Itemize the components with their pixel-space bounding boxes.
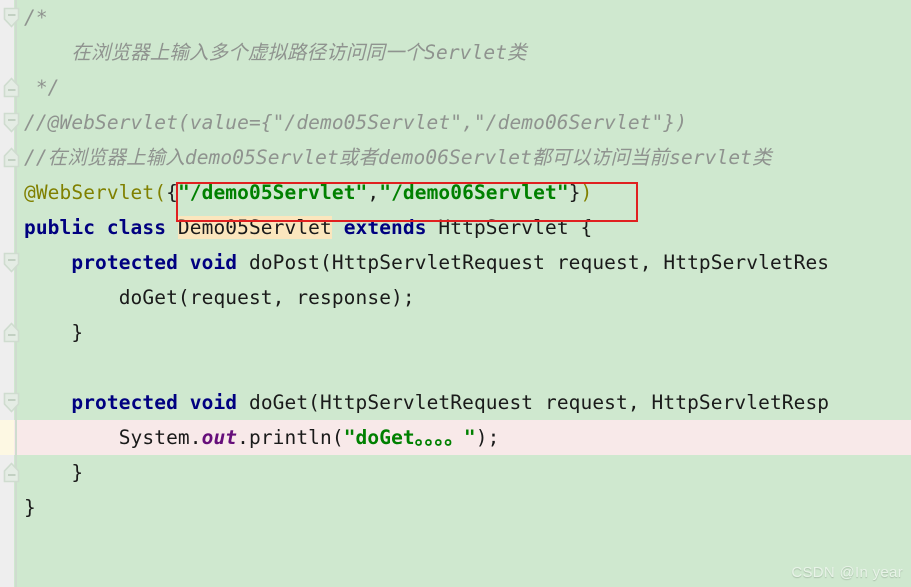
code-token-comment: //@WebServlet(value={"/demo05Servlet","/…: [24, 111, 688, 134]
code-token-plain: }: [24, 321, 84, 344]
code-line[interactable]: [0, 525, 911, 560]
code-token-keyword: extends: [343, 216, 427, 239]
code-token-brace: {: [166, 181, 178, 204]
code-line[interactable]: protected void doGet(HttpServletRequest …: [0, 385, 911, 420]
code-line[interactable]: doGet(request, response);: [0, 280, 911, 315]
code-token-plain: doGet(request, response);: [24, 286, 415, 309]
code-token-string: "/demo06Servlet": [379, 181, 569, 204]
code-line[interactable]: public class Demo05Servlet extends HttpS…: [0, 210, 911, 245]
code-token-plain: System.: [24, 426, 202, 449]
code-token-annotation: ): [580, 181, 593, 204]
code-line[interactable]: System.out.println("doGet。。。。");: [0, 420, 911, 455]
code-token-plain: );: [475, 426, 500, 449]
code-token-comment: //在浏览器上输入demo05Servlet或者demo06Servlet都可以…: [24, 146, 772, 169]
code-token-keyword: protected void: [71, 251, 249, 274]
code-line[interactable]: //在浏览器上输入demo05Servlet或者demo06Servlet都可以…: [0, 140, 911, 175]
watermark: CSDN @In year: [791, 564, 903, 581]
code-line[interactable]: /*: [0, 0, 911, 35]
gutter-line[interactable]: [0, 525, 14, 560]
fold-close-icon[interactable]: [3, 322, 20, 343]
code-line[interactable]: //@WebServlet(value={"/demo05Servlet","/…: [0, 105, 911, 140]
fold-close-icon[interactable]: [3, 77, 20, 98]
code-line[interactable]: [0, 560, 911, 587]
fold-open-icon[interactable]: [3, 252, 20, 273]
code-token-plain: .println(: [237, 426, 344, 449]
code-token-annotation: @WebServlet: [24, 181, 155, 204]
code-token-comment: 在浏览器上输入多个虚拟路径访问同一个Servlet类: [24, 41, 527, 64]
code-line[interactable]: }: [0, 315, 911, 350]
code-token-plain: HttpServlet {: [426, 216, 593, 239]
code-token-keyword: protected void: [71, 391, 249, 414]
fold-close-icon[interactable]: [3, 147, 20, 168]
code-token-comment: /*: [24, 6, 48, 29]
code-line[interactable]: [0, 350, 911, 385]
code-token-plain: doPost(HttpServletRequest request, HttpS…: [248, 251, 830, 274]
code-token-brace: }: [568, 181, 581, 204]
gutter-line[interactable]: [0, 420, 14, 455]
code-editor[interactable]: /* 在浏览器上输入多个虚拟路径访问同一个Servlet类 */ //@WebSe…: [0, 0, 911, 587]
code-token-annotation: (: [154, 181, 167, 204]
gutter-line[interactable]: [0, 210, 14, 245]
code-line[interactable]: 在浏览器上输入多个虚拟路径访问同一个Servlet类: [0, 35, 911, 70]
code-line[interactable]: }: [0, 490, 911, 525]
fold-open-icon[interactable]: [3, 7, 20, 28]
code-line[interactable]: protected void doPost(HttpServletRequest…: [0, 245, 911, 280]
gutter-line[interactable]: [0, 280, 14, 315]
gutter-line[interactable]: [0, 175, 14, 210]
code-line[interactable]: }: [0, 455, 911, 490]
code-token-string: "/demo05Servlet": [177, 181, 368, 204]
code-token-plain: }: [24, 496, 36, 519]
fold-open-icon[interactable]: [3, 392, 20, 413]
code-line[interactable]: @WebServlet({"/demo05Servlet","/demo06Se…: [0, 175, 911, 210]
fold-close-icon[interactable]: [3, 462, 20, 483]
fold-open-icon[interactable]: [3, 112, 20, 133]
gutter-line[interactable]: [0, 490, 14, 525]
code-token-field: out: [201, 426, 238, 449]
gutter-line[interactable]: [0, 560, 14, 587]
code-token-keyword: public class: [24, 216, 178, 239]
code-token-plain-highlight: Demo05Servlet: [177, 216, 332, 239]
code-token-string: "doGet。。。。": [343, 426, 476, 449]
gutter-line[interactable]: [0, 350, 14, 385]
code-token-plain: }: [24, 461, 84, 484]
code-token-plain: ,: [367, 181, 380, 204]
code-line[interactable]: */: [0, 70, 911, 105]
gutter-line[interactable]: [0, 35, 14, 70]
code-token-comment: */: [24, 76, 60, 99]
code-lines[interactable]: /* 在浏览器上输入多个虚拟路径访问同一个Servlet类 */ //@WebSe…: [0, 0, 911, 587]
code-token-plain: doGet(HttpServletRequest request, HttpSe…: [248, 391, 830, 414]
